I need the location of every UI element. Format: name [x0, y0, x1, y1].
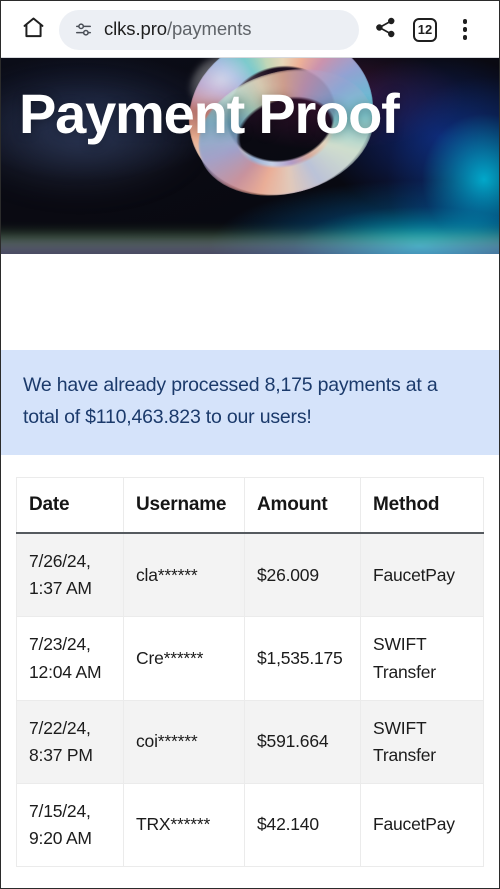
column-header-method: Method	[360, 477, 484, 535]
cell-payment-method: FaucetPay	[360, 532, 484, 618]
cell-payment-amount: $591.664	[244, 699, 361, 784]
content-spacer	[1, 254, 499, 350]
tab-count-badge: 12	[413, 17, 437, 42]
hero-banner: Payment Proof	[1, 58, 499, 254]
table-row: 7/22/24, 8:37 PM coi****** $591.664 SWIFT T…	[16, 699, 484, 784]
table-row: 7/15/24, 9:20 AM TRX****** $42.140 FaucetPa…	[16, 782, 484, 868]
cell-payment-date: 7/26/24, 1:37 AM	[16, 532, 124, 618]
column-header-username: Username	[123, 477, 245, 535]
column-header-amount: Amount	[244, 477, 361, 535]
page-content: Payment Proof We have already processed …	[1, 58, 499, 888]
overflow-menu-icon	[462, 19, 468, 40]
cell-payment-amount: $1,535.175	[244, 616, 361, 701]
page-info-tune-icon[interactable]	[73, 20, 93, 40]
overflow-menu-button[interactable]	[445, 8, 485, 52]
cell-payment-username: Cre******	[123, 616, 245, 701]
cell-payment-method: SWIFT Transfer	[360, 699, 484, 784]
cell-payment-date: 7/23/24, 12:04 AM	[16, 616, 124, 701]
column-header-date: Date	[16, 477, 124, 535]
cell-payment-amount: $42.140	[244, 782, 361, 868]
home-icon	[21, 15, 46, 45]
address-bar[interactable]: clks.pro/payments	[59, 9, 359, 50]
payments-table-body: 7/26/24, 1:37 AM cla****** $26.009 FaucetPa…	[16, 532, 484, 868]
url-path: /payments	[166, 20, 252, 39]
stats-alert-text: We have already processed 8,175 payments…	[23, 374, 438, 428]
browser-window: clks.pro/payments 12 Payment Proof We ha…	[0, 0, 500, 889]
payments-table-head: Date Username Amount Method	[16, 477, 484, 535]
page-title: Payment Proof	[19, 82, 400, 145]
cell-payment-amount: $26.009	[244, 532, 361, 618]
payments-table: Date Username Amount Method 7/26/24, 1:3…	[16, 477, 484, 868]
cell-payment-method: FaucetPay	[360, 782, 484, 868]
share-icon	[374, 16, 397, 44]
cell-payment-username: TRX******	[123, 782, 245, 868]
cell-payment-date: 7/15/24, 9:20 AM	[16, 782, 124, 868]
tab-switcher-button[interactable]: 12	[405, 8, 445, 52]
stats-alert-banner: We have already processed 8,175 payments…	[1, 350, 499, 456]
cell-payment-username: cla******	[123, 532, 245, 618]
payments-table-container: Date Username Amount Method 7/26/24, 1:3…	[1, 455, 499, 868]
table-header-row: Date Username Amount Method	[16, 477, 484, 535]
cell-payment-date: 7/22/24, 8:37 PM	[16, 699, 124, 784]
table-row: 7/26/24, 1:37 AM cla****** $26.009 FaucetPa…	[16, 532, 484, 618]
address-bar-url: clks.pro/payments	[104, 20, 251, 39]
browser-toolbar: clks.pro/payments 12	[1, 1, 499, 58]
home-button[interactable]	[11, 8, 55, 52]
cell-payment-username: coi******	[123, 699, 245, 784]
share-button[interactable]	[365, 8, 405, 52]
url-host: clks.pro	[104, 20, 167, 39]
cell-payment-method: SWIFT Transfer	[360, 616, 484, 701]
table-row: 7/23/24, 12:04 AM Cre****** $1,535.175 SWIF…	[16, 616, 484, 701]
